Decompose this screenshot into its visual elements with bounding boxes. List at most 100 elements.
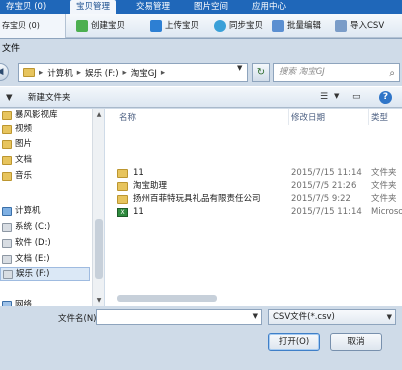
create-item-button[interactable]: 创建宝贝 bbox=[76, 18, 125, 34]
search-placeholder: 搜索 淘宝GJ bbox=[279, 67, 325, 77]
folder-icon bbox=[2, 155, 12, 165]
scrollbar-thumb[interactable] bbox=[95, 219, 103, 279]
tab-trade-management[interactable]: 交易管理 bbox=[130, 0, 176, 14]
search-icon[interactable]: ⌕ bbox=[389, 65, 395, 82]
file-date: 2015/7/15 11:14 bbox=[291, 168, 362, 178]
tab-item-management[interactable]: 宝贝管理 bbox=[70, 0, 117, 14]
scrollbar-thumb[interactable] bbox=[117, 295, 217, 302]
column-header-name[interactable]: 名称 bbox=[119, 111, 136, 123]
breadcrumb-chevron-icon: ▸ bbox=[76, 67, 82, 78]
nav-item-drive-c[interactable]: 系统 (C:) bbox=[0, 220, 50, 234]
nav-item-label: 计算机 bbox=[15, 206, 41, 216]
file-row[interactable]: 淘宝助理 2015/7/5 21:26 文件夹 bbox=[113, 180, 402, 193]
back-button[interactable]: ◀ bbox=[0, 63, 9, 81]
excel-icon: X bbox=[117, 208, 128, 217]
nav-item-label: 娱乐 (F:) bbox=[16, 269, 50, 279]
tab-image-space[interactable]: 图片空间 bbox=[188, 0, 234, 14]
batch-edit-button[interactable]: 批量编辑 bbox=[272, 18, 321, 34]
view-options-icon[interactable]: ☰ bbox=[320, 92, 328, 102]
column-separator bbox=[368, 109, 369, 125]
file-date: 2015/7/5 9:22 bbox=[291, 194, 351, 204]
preview-pane-icon[interactable]: ▭ bbox=[352, 92, 361, 102]
computer-icon bbox=[2, 206, 12, 216]
address-bar[interactable]: ▸ 计算机 ▸ 娱乐 (F:) ▸ 淘宝GJ ▸ bbox=[18, 63, 248, 82]
file-list-hscrollbar[interactable] bbox=[105, 293, 402, 304]
scroll-down-icon[interactable]: ▼ bbox=[93, 295, 105, 306]
address-dropdown-icon[interactable]: ▼ bbox=[237, 64, 242, 72]
nav-item-computer[interactable]: 计算机 bbox=[0, 204, 41, 218]
drive-icon bbox=[2, 238, 12, 248]
search-input[interactable]: 搜索 淘宝GJ ⌕ bbox=[273, 63, 400, 82]
app-tab-bar: 存宝贝 (0) 宝贝管理 交易管理 图片空间 应用中心 bbox=[0, 0, 402, 14]
drive-icon bbox=[3, 269, 13, 279]
file-date: 2015/7/5 21:26 bbox=[291, 181, 357, 191]
nav-item-label: 视频 bbox=[15, 124, 33, 134]
nav-item-pictures[interactable]: 图片 bbox=[0, 137, 32, 151]
nav-scrollbar[interactable]: ▲ ▼ bbox=[92, 109, 104, 306]
create-item-label: 创建宝贝 bbox=[91, 21, 126, 31]
address-row: ◀ ▸ 计算机 ▸ 娱乐 (F:) ▸ 淘宝GJ ▸ ▼ ↻ 搜索 淘宝GJ ⌕ bbox=[0, 59, 402, 85]
import-csv-label: 导入CSV bbox=[350, 21, 385, 31]
column-separator bbox=[288, 109, 289, 125]
nav-item-label: 图片 bbox=[15, 139, 33, 149]
open-file-dialog: 文件 ◀ ▸ 计算机 ▸ 娱乐 (F:) ▸ 淘宝GJ ▸ ▼ ↻ 搜索 淘宝G… bbox=[0, 38, 402, 370]
batch-edit-icon bbox=[272, 20, 284, 32]
nav-item-label: 软件 (D:) bbox=[15, 238, 51, 248]
upload-icon bbox=[150, 20, 162, 32]
file-row[interactable]: 11 2015/7/15 11:14 文件夹 bbox=[113, 167, 402, 180]
nav-item-music[interactable]: 音乐 bbox=[0, 169, 32, 183]
breadcrumb-drive[interactable]: 娱乐 (F:) bbox=[85, 67, 118, 79]
nav-item-label: 文档 bbox=[15, 155, 33, 165]
filename-input[interactable]: ▼ bbox=[96, 309, 262, 325]
nav-item-drive-f[interactable]: 娱乐 (F:) bbox=[0, 267, 90, 281]
nav-item-label: 系统 (C:) bbox=[15, 222, 51, 232]
filter-value: CSV文件(*.csv) bbox=[273, 312, 335, 322]
nav-item-drive-d[interactable]: 软件 (D:) bbox=[0, 236, 51, 250]
organize-dropdown-icon[interactable]: ▼ bbox=[6, 91, 13, 105]
file-row[interactable]: 扬州百菲特玩具礼品有限责任公司 2015/7/5 9:22 文件夹 bbox=[113, 193, 402, 206]
nav-item-baofeng[interactable]: 暴风影视库 bbox=[0, 108, 58, 122]
sync-item-button[interactable]: 同步宝贝 bbox=[214, 18, 263, 34]
refresh-button[interactable]: ↻ bbox=[252, 63, 270, 82]
nav-item-videos[interactable]: 视频 bbox=[0, 122, 32, 136]
column-header-date[interactable]: 修改日期 bbox=[291, 111, 325, 123]
file-name: 11 bbox=[133, 207, 144, 217]
folder-icon bbox=[2, 171, 12, 181]
view-dropdown-icon[interactable]: ▼ bbox=[334, 92, 339, 100]
import-csv-button[interactable]: 导入CSV bbox=[335, 18, 384, 34]
folder-icon bbox=[2, 139, 12, 149]
batch-edit-label: 批量编辑 bbox=[287, 21, 322, 31]
upload-item-button[interactable]: 上传宝贝 bbox=[150, 18, 199, 34]
tab-store[interactable]: 存宝贝 (0) bbox=[0, 0, 52, 14]
navigation-pane: 暴风影视库 视频 图片 文档 音乐 计算机 系统 (C:) 软件 (D:) 文档… bbox=[0, 108, 104, 310]
create-icon bbox=[76, 20, 88, 32]
open-button[interactable]: 打开(O) bbox=[268, 333, 320, 351]
breadcrumb-folder[interactable]: 淘宝GJ bbox=[131, 67, 157, 79]
nav-item-drive-e[interactable]: 文档 (E:) bbox=[0, 252, 50, 266]
cancel-button[interactable]: 取消 bbox=[330, 333, 382, 351]
file-row[interactable]: X 11 2015/7/15 11:14 Microso bbox=[113, 206, 402, 219]
breadcrumb-chevron-icon: ▸ bbox=[39, 67, 44, 78]
file-type: Microso bbox=[371, 207, 402, 217]
help-icon[interactable]: ? bbox=[379, 91, 392, 104]
column-header-type[interactable]: 类型 bbox=[371, 111, 388, 123]
sync-item-label: 同步宝贝 bbox=[229, 21, 264, 31]
file-name: 淘宝助理 bbox=[133, 181, 168, 191]
nav-item-documents[interactable]: 文档 bbox=[0, 153, 32, 167]
breadcrumb-chevron-icon: ▸ bbox=[122, 67, 127, 78]
file-type-filter[interactable]: CSV文件(*.csv) ▼ bbox=[268, 309, 396, 325]
new-folder-button[interactable]: 新建文件夹 bbox=[28, 91, 71, 105]
drive-icon bbox=[2, 222, 12, 232]
upload-item-label: 上传宝贝 bbox=[165, 21, 200, 31]
file-name: 11 bbox=[133, 168, 144, 178]
file-name: 扬州百菲特玩具礼品有限责任公司 bbox=[133, 194, 261, 204]
scroll-up-icon[interactable]: ▲ bbox=[93, 109, 105, 120]
breadcrumb-chevron-icon: ▸ bbox=[160, 67, 166, 78]
store-strip: 存宝贝 (0) bbox=[0, 14, 66, 38]
chevron-down-icon[interactable]: ▼ bbox=[253, 312, 258, 320]
chevron-down-icon: ▼ bbox=[386, 313, 392, 321]
breadcrumb-computer[interactable]: 计算机 bbox=[47, 67, 73, 79]
tab-app-center[interactable]: 应用中心 bbox=[246, 0, 292, 14]
nav-item-label: 暴风影视库 bbox=[15, 110, 58, 120]
command-bar: ▼ 新建文件夹 ☰ ▼ ▭ ? bbox=[0, 86, 402, 108]
